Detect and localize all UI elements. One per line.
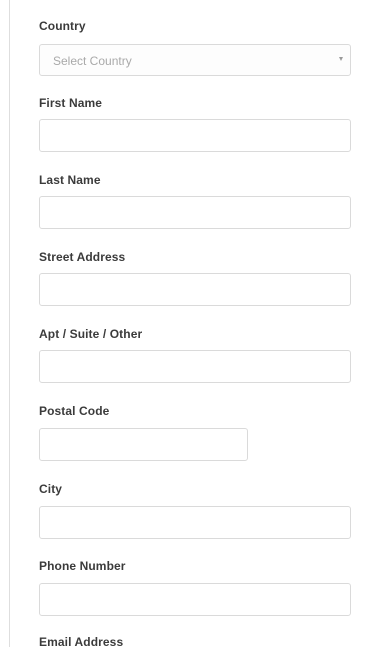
city-label: City — [39, 482, 63, 496]
country-select-placeholder: Select Country — [53, 54, 132, 68]
apt-suite-label: Apt / Suite / Other — [39, 327, 143, 341]
apt-suite-field[interactable] — [39, 350, 351, 383]
chevron-down-icon — [339, 57, 343, 61]
street-address-label: Street Address — [39, 250, 126, 264]
left-divider — [9, 0, 10, 647]
postal-code-label: Postal Code — [39, 404, 110, 418]
country-select[interactable]: Select Country — [39, 44, 351, 76]
postal-code-field[interactable] — [39, 428, 248, 461]
last-name-field[interactable] — [39, 196, 351, 229]
street-address-field[interactable] — [39, 273, 351, 306]
first-name-label: First Name — [39, 96, 103, 110]
last-name-label: Last Name — [39, 173, 101, 187]
country-label: Country — [39, 19, 86, 33]
first-name-field[interactable] — [39, 119, 351, 152]
phone-number-field[interactable] — [39, 583, 351, 616]
phone-number-label: Phone Number — [39, 559, 126, 573]
city-field[interactable] — [39, 506, 351, 539]
